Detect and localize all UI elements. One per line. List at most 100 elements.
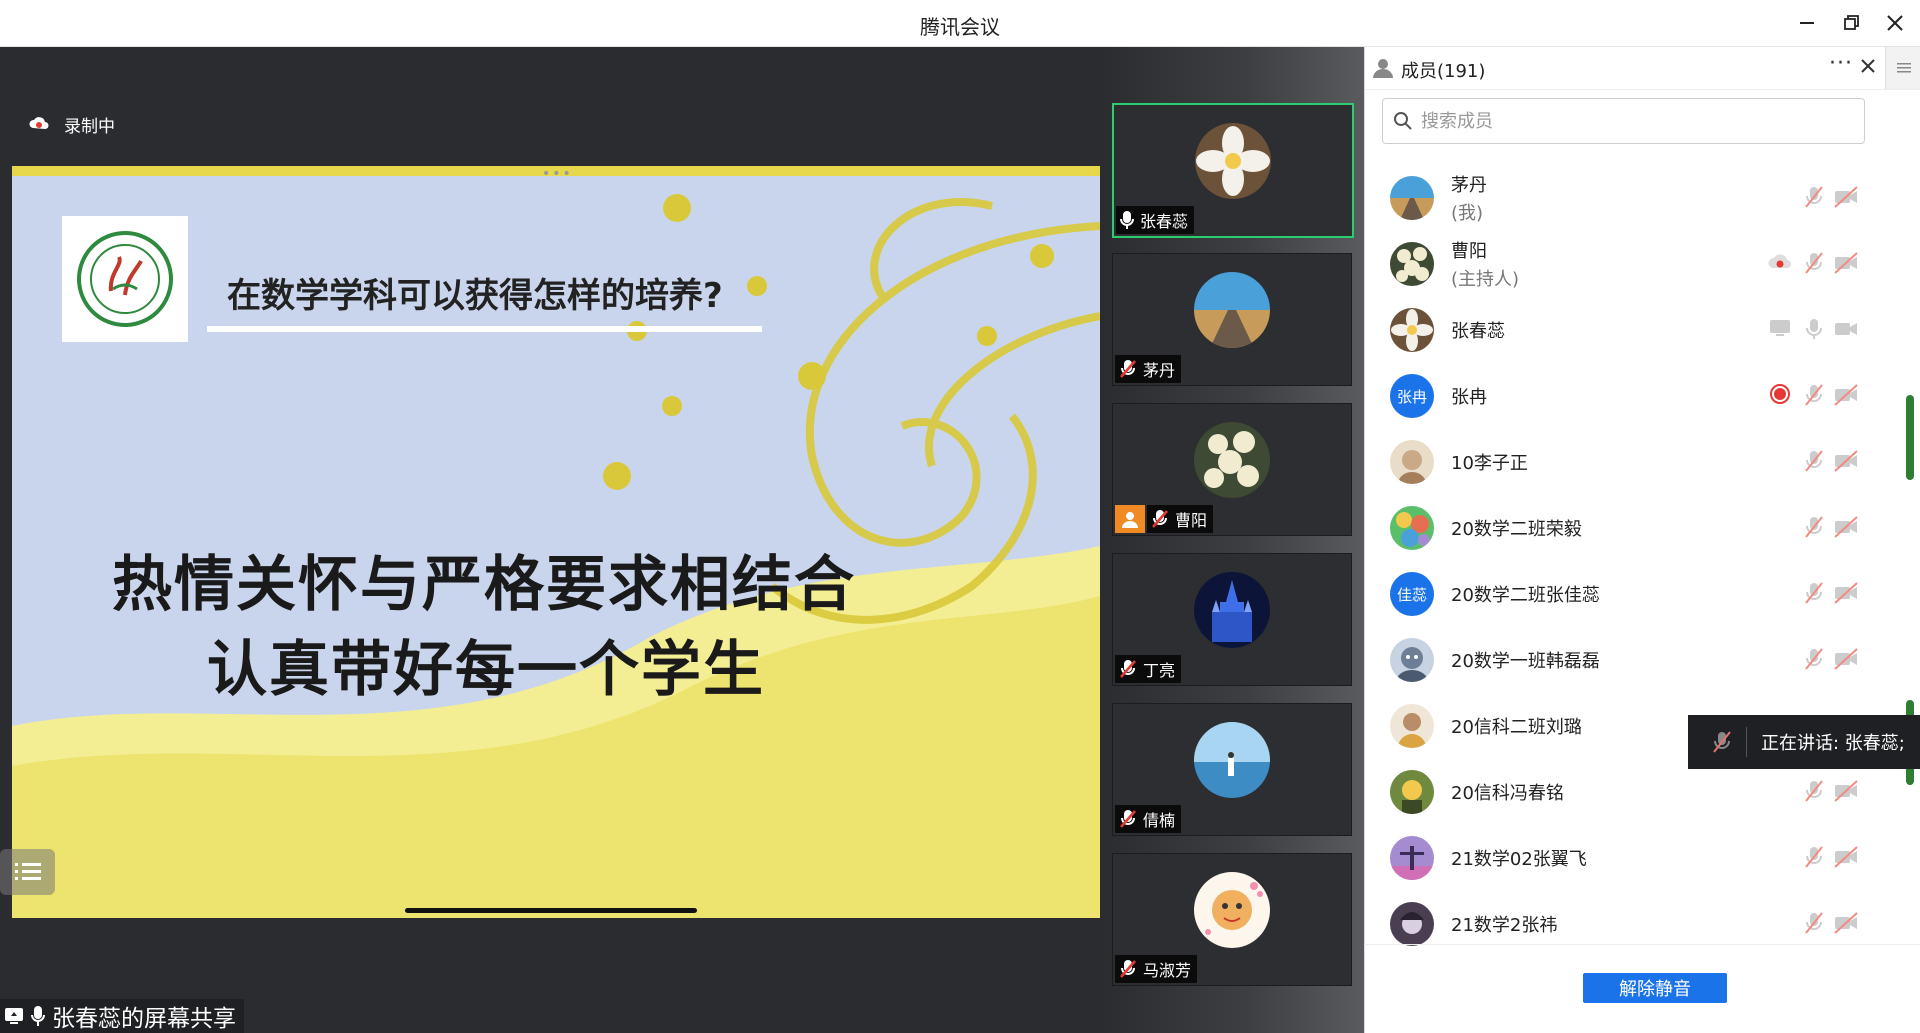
restore-icon[interactable] [1836,10,1866,36]
avatar [1390,704,1434,748]
tooltip-divider [1746,727,1747,757]
video-tile[interactable]: 马淑芳 [1112,853,1352,986]
member-name: 20数学二班荣毅 [1451,519,1582,540]
avatar [1390,440,1434,484]
recording-indicator[interactable]: 录制中 [28,113,115,137]
list-item[interactable]: 张冉 张冉 [1365,363,1885,429]
avatar [1390,242,1434,286]
microphone-muted-icon[interactable] [1803,251,1825,275]
screen-share-icon [5,1008,23,1024]
member-name: 20数学二班张佳蕊 [1451,585,1600,606]
window-title: 腾讯会议 [920,15,1000,39]
tile-name-label: 马淑芳 [1115,955,1198,983]
minimize-icon[interactable] [1792,10,1822,36]
list-item[interactable]: 张春蕊 [1365,297,1885,363]
tile-name-label: 张春蕊 [1116,206,1195,234]
recording-label: 录制中 [64,116,115,137]
tile-name-label: 倩楠 [1115,805,1182,833]
search-icon [1394,112,1412,130]
microphone-muted-icon[interactable] [1803,581,1825,605]
shared-screen-area: 录制中 ••• 在数学学科可以获得怎样的培养? 热情关怀与严格要求相结合 认真带… [0,47,1100,1033]
microphone-muted-icon[interactable] [1803,779,1825,803]
avatar [1390,176,1434,220]
camera-off-icon[interactable] [1833,647,1859,671]
member-search-box[interactable] [1382,98,1865,144]
video-tile[interactable]: 张春蕊 [1112,103,1354,238]
microphone-muted-icon [1713,731,1731,753]
cloud-recording-icon [1768,254,1791,268]
sea-avatar [1194,722,1270,798]
slide-scroll-indicator[interactable] [405,908,697,913]
video-tile[interactable]: 曹阳 [1112,403,1352,536]
members-title: 成员(191) [1401,61,1486,82]
screen-share-icon [1770,320,1790,336]
avatar [1390,308,1434,352]
list-item[interactable]: 佳蕊 20数学二班张佳蕊 [1365,561,1885,627]
list-item[interactable]: 茅丹 (我) [1365,165,1885,231]
list-item[interactable]: 21数学02张翼飞 [1365,825,1885,891]
list-item[interactable]: 20数学一班韩磊磊 [1365,627,1885,693]
search-input[interactable] [1419,109,1843,133]
member-name: 20信科二班刘璐 [1451,717,1582,738]
presentation-slide: ••• 在数学学科可以获得怎样的培养? 热情关怀与严格要求相结合 认真带好每一个… [12,166,1100,918]
speaking-text: 正在讲话: 张春蕊; [1761,733,1905,754]
camera-icon[interactable] [1833,317,1859,341]
microphone-icon[interactable] [1803,317,1825,341]
microphone-muted-icon[interactable] [1803,383,1825,407]
tile-name: 茅丹 [1143,361,1176,380]
microphone-muted-icon[interactable] [1803,647,1825,671]
video-tile[interactable]: 倩楠 [1112,703,1352,836]
camera-off-icon[interactable] [1833,185,1859,209]
list-item[interactable]: 曹阳 (主持人) [1365,231,1885,297]
speaking-tooltip: 正在讲话: 张春蕊; [1688,715,1920,769]
camera-off-icon[interactable] [1833,581,1859,605]
volume-level-bar [1906,395,1914,480]
unmute-all-button[interactable]: 解除静音 [1583,973,1727,1003]
camera-off-icon[interactable] [1833,911,1859,935]
members-panel-header: 成员(191) ··· [1365,47,1920,90]
camera-off-icon[interactable] [1833,845,1859,869]
host-badge-icon [1115,505,1145,533]
more-options-icon[interactable]: ··· [1829,51,1853,76]
camera-off-icon[interactable] [1833,251,1859,275]
members-panel: 成员(191) ··· 茅丹 (我) 曹阳 (主持人) 张春蕊 [1364,47,1920,1033]
microphone-muted-icon[interactable] [1803,845,1825,869]
slide-subtitle: 在数学学科可以获得怎样的培养? [227,276,723,316]
microphone-icon [1120,211,1134,229]
list-menu-button[interactable] [0,849,55,895]
tile-name: 马淑芳 [1143,961,1192,980]
microphone-muted-icon[interactable] [1803,185,1825,209]
avatar [1390,506,1434,550]
avatar [1390,902,1434,946]
video-tile[interactable]: 丁亮 [1112,553,1352,686]
close-icon[interactable] [1880,10,1910,36]
tile-name: 曹阳 [1175,511,1208,530]
microphone-muted-icon[interactable] [1803,911,1825,935]
subtitle-underline [207,326,762,332]
list-item[interactable]: 21数学2张祎 [1365,891,1885,957]
microphone-muted-icon [1120,810,1136,828]
tile-name-label: 丁亮 [1115,655,1182,683]
member-name: 茅丹 [1451,175,1487,196]
microphone-muted-icon[interactable] [1803,515,1825,539]
camera-off-icon[interactable] [1833,383,1859,407]
camera-off-icon[interactable] [1833,515,1859,539]
member-name: 20信科冯春铭 [1451,783,1564,804]
member-name: 10李子正 [1451,453,1528,474]
close-panel-icon[interactable] [1860,58,1876,74]
avatar [1390,836,1434,880]
list-item[interactable]: 20数学二班荣毅 [1365,495,1885,561]
avatar: 张冉 [1390,374,1434,418]
cloud-recording-icon [29,117,49,129]
list-item[interactable]: 10李子正 [1365,429,1885,495]
member-name: 张冉 [1451,387,1487,408]
member-name: 21数学02张翼飞 [1451,849,1587,870]
side-menu-icon[interactable] [1885,47,1920,89]
video-tile[interactable]: 茅丹 [1112,253,1352,386]
camera-off-icon[interactable] [1833,779,1859,803]
screen-share-label: 张春蕊的屏幕共享 [0,999,244,1033]
camera-off-icon[interactable] [1833,449,1859,473]
roses-avatar [1194,422,1270,498]
microphone-muted-icon [1120,360,1136,378]
microphone-muted-icon[interactable] [1803,449,1825,473]
